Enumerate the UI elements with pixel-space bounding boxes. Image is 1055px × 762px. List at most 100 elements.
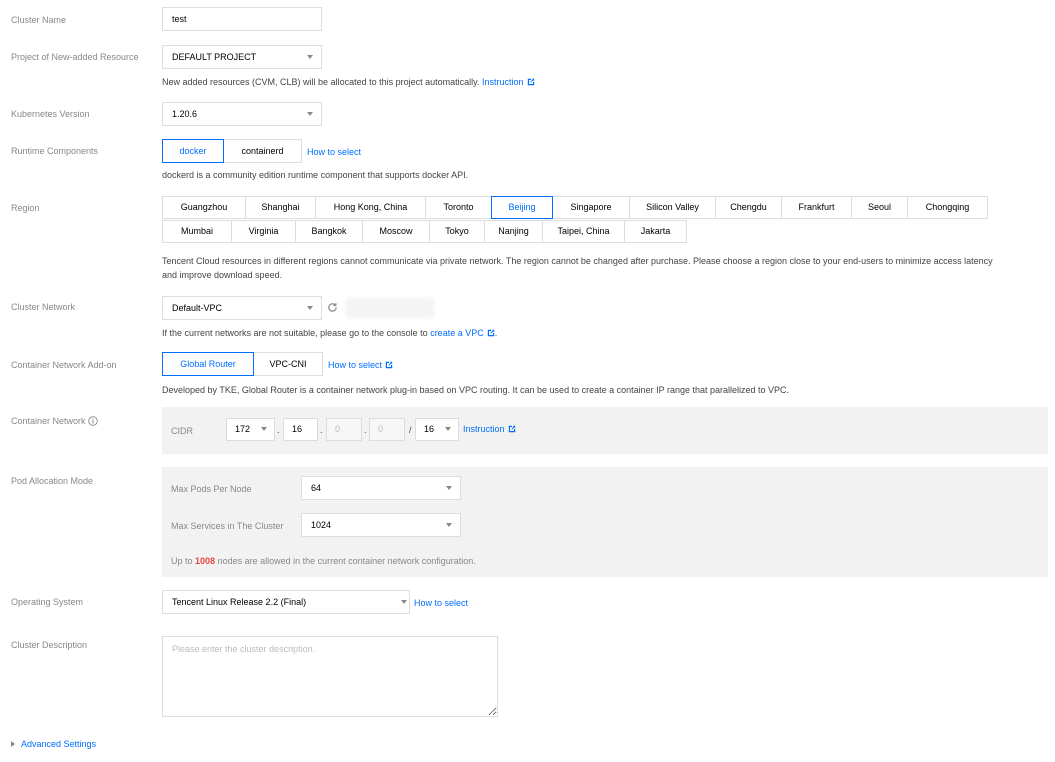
k8s-version-label: Kubernetes Version <box>11 109 90 119</box>
region-option[interactable]: Tokyo <box>429 220 485 243</box>
addon-how-to-select-text: How to select <box>328 360 383 370</box>
max-services-select[interactable]: 1024 <box>301 513 461 537</box>
cidr-octet-1-value: 172 <box>235 424 251 434</box>
region-label: Region <box>11 203 40 213</box>
os-select[interactable]: Tencent Linux Release 2.2 (Final) <box>162 590 410 614</box>
container-network-panel: CIDR 172 . 16 . 0 . 0 / 16 Instruction <box>162 407 1048 454</box>
chevron-down-icon <box>401 600 407 604</box>
region-option[interactable]: Silicon Valley <box>629 196 716 219</box>
info-icon[interactable] <box>88 416 98 426</box>
cidr-instruction-link[interactable]: Instruction <box>463 424 516 434</box>
cidr-dot-separator: . <box>364 425 367 435</box>
cidr-octet-3-input: 0 <box>326 418 362 441</box>
chevron-down-icon <box>307 112 313 116</box>
create-vpc-link-text: create a VPC <box>430 328 484 338</box>
region-option[interactable]: Taipei, China <box>542 220 625 243</box>
subnet-info-placeholder <box>346 298 434 318</box>
max-pods-select[interactable]: 64 <box>301 476 461 500</box>
chevron-down-icon <box>445 427 451 431</box>
region-option[interactable]: Toronto <box>425 196 492 219</box>
os-label: Operating System <box>11 597 84 607</box>
chevron-down-icon <box>307 55 313 59</box>
pod-allocation-note: Up to 1008 nodes are allowed in the curr… <box>171 556 476 566</box>
chevron-down-icon <box>446 523 452 527</box>
cluster-network-select[interactable]: Default-VPC <box>162 296 322 320</box>
max-pods-label: Max Pods Per Node <box>171 484 252 494</box>
cluster-name-label: Cluster Name <box>11 15 67 25</box>
addon-option-vpc-cni[interactable]: VPC-CNI <box>253 352 323 376</box>
region-option[interactable]: Seoul <box>851 196 908 219</box>
max-services-label: Max Services in The Cluster <box>171 521 284 531</box>
chevron-right-icon <box>11 741 15 747</box>
pod-allocation-panel: Max Pods Per Node 64 Max Services in The… <box>162 467 1048 577</box>
os-value: Tencent Linux Release 2.2 (Final) <box>172 597 307 607</box>
cidr-slash-separator: / <box>409 425 412 435</box>
project-instruction-link[interactable]: Instruction <box>482 77 535 87</box>
external-link-icon <box>385 361 393 369</box>
cidr-mask-select[interactable]: 16 <box>415 418 459 441</box>
project-hint: New added resources (CVM, CLB) will be a… <box>162 77 535 87</box>
external-link-icon <box>487 329 494 337</box>
k8s-version-select[interactable]: 1.20.6 <box>162 102 322 126</box>
region-option[interactable]: Shanghai <box>245 196 316 219</box>
cluster-name-input[interactable]: test <box>162 7 322 31</box>
cluster-description-textarea[interactable] <box>162 636 498 717</box>
cluster-network-hint: If the current networks are not suitable… <box>162 328 497 338</box>
runtime-hint: dockerd is a community edition runtime c… <box>162 170 469 180</box>
region-option[interactable]: Bangkok <box>295 220 363 243</box>
region-hint-line-2: and improve download speed. <box>162 270 283 280</box>
region-option[interactable]: Moscow <box>362 220 430 243</box>
project-label: Project of New-added Resource <box>11 52 139 62</box>
external-link-icon <box>527 78 534 86</box>
addon-segmented: Global Router VPC-CNI <box>162 352 323 376</box>
cluster-network-hint-text: If the current networks are not suitable… <box>162 328 428 338</box>
project-hint-text: New added resources (CVM, CLB) will be a… <box>162 77 480 87</box>
pod-allocation-label: Pod Allocation Mode <box>11 476 94 486</box>
region-option[interactable]: Singapore <box>552 196 630 219</box>
region-row-1: Guangzhou Shanghai Hong Kong, China Toro… <box>162 196 988 219</box>
addon-hint: Developed by TKE, Global Router is a con… <box>162 385 790 395</box>
project-select[interactable]: DEFAULT PROJECT <box>162 45 322 69</box>
region-row-2: Mumbai Virginia Bangkok Moscow Tokyo Nan… <box>162 220 988 243</box>
cidr-label: CIDR <box>171 426 193 436</box>
cidr-octet-4-input: 0 <box>369 418 405 441</box>
runtime-how-to-select-link[interactable]: How to select <box>307 147 361 157</box>
addon-how-to-select-link[interactable]: How to select <box>328 360 393 370</box>
cidr-dot-separator: . <box>320 425 323 435</box>
runtime-label: Runtime Components <box>11 146 99 156</box>
cluster-network-label: Cluster Network <box>11 302 76 312</box>
pod-note-count: 1008 <box>195 556 216 566</box>
region-option[interactable]: Jakarta <box>624 220 687 243</box>
region-option[interactable]: Guangzhou <box>162 196 246 219</box>
runtime-option-docker[interactable]: docker <box>162 139 224 163</box>
project-select-value: DEFAULT PROJECT <box>172 52 257 62</box>
region-option[interactable]: Hong Kong, China <box>315 196 426 219</box>
region-option[interactable]: Chongqing <box>907 196 988 219</box>
k8s-version-value: 1.20.6 <box>172 109 198 119</box>
cidr-mask-value: 16 <box>424 424 435 434</box>
addon-option-global-router[interactable]: Global Router <box>162 352 254 376</box>
region-hint-line-1: Tencent Cloud resources in different reg… <box>162 256 993 266</box>
os-how-to-select-link[interactable]: How to select <box>414 598 468 608</box>
region-option[interactable]: Chengdu <box>715 196 782 219</box>
cluster-description-label: Cluster Description <box>11 640 88 650</box>
chevron-down-icon <box>446 486 452 490</box>
cidr-octet-1-select[interactable]: 172 <box>226 418 275 441</box>
region-option[interactable]: Mumbai <box>162 220 232 243</box>
chevron-down-icon <box>307 306 313 310</box>
chevron-down-icon <box>261 427 267 431</box>
cidr-dot-separator: . <box>277 425 280 435</box>
region-option[interactable]: Virginia <box>231 220 296 243</box>
pod-note-suffix: nodes are allowed in the current contain… <box>217 556 476 566</box>
cluster-network-value: Default-VPC <box>172 303 223 313</box>
region-option[interactable]: Frankfurt <box>781 196 852 219</box>
region-option[interactable]: Nanjing <box>484 220 543 243</box>
create-vpc-link[interactable]: create a VPC <box>430 328 495 338</box>
cluster-network-hint-suffix: . <box>494 328 498 338</box>
external-link-icon <box>508 425 515 433</box>
refresh-icon[interactable] <box>327 302 338 313</box>
region-option[interactable]: Beijing <box>491 196 553 219</box>
runtime-option-containerd[interactable]: containerd <box>223 139 302 163</box>
cidr-octet-2-input[interactable]: 16 <box>283 418 318 441</box>
advanced-settings-toggle[interactable]: Advanced Settings <box>11 739 96 749</box>
